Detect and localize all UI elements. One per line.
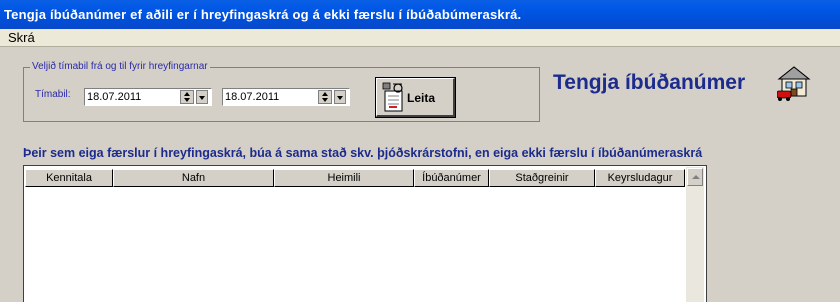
search-button[interactable]: Leita (375, 77, 456, 118)
grid-vertical-scrollbar[interactable] (686, 167, 704, 302)
scroll-up-button[interactable] (687, 168, 703, 186)
spin-down-icon[interactable] (184, 98, 190, 102)
column-header-nafn[interactable]: Nafn (113, 169, 274, 187)
to-date-spinner[interactable] (318, 90, 332, 104)
grid-header: Kennitala Nafn Heimili Íbúðanúmer Staðgr… (25, 169, 686, 187)
from-date-value[interactable]: 18.07.2011 (87, 90, 141, 104)
from-date-picker[interactable]: 18.07.2011 (84, 88, 212, 106)
period-filter-legend: Veljið tímabil frá og til fyrir hreyfing… (30, 61, 210, 73)
spin-up-icon[interactable] (184, 92, 190, 96)
search-button-label[interactable]: Leita (407, 91, 435, 105)
from-date-dropdown[interactable] (196, 90, 208, 104)
spin-up-icon[interactable] (322, 92, 328, 96)
spin-down-icon[interactable] (322, 98, 328, 102)
grid-caption: Þeir sem eiga færslur í hreyfingaskrá, b… (23, 146, 703, 160)
from-date-spinner[interactable] (180, 90, 194, 104)
chevron-down-icon[interactable] (199, 96, 205, 100)
column-header-kennitala[interactable]: Kennitala (25, 169, 113, 187)
to-date-value[interactable]: 18.07.2011 (225, 90, 279, 104)
menu-item-skra[interactable]: Skrá (8, 30, 35, 46)
column-header-stadgreinir[interactable]: Staðgreinir (489, 169, 595, 187)
page-title: Tengja íbúðanúmer (553, 71, 746, 94)
chevron-up-icon[interactable] (692, 175, 700, 179)
menu-bar: Skrá (0, 29, 840, 47)
search-form-icon (382, 82, 403, 112)
main-window: Tengja íbúðanúmer ef aðili er í hreyfing… (0, 0, 840, 302)
house-icon (777, 66, 811, 101)
period-label: Tímabil: (35, 89, 71, 100)
window-title: Tengja íbúðanúmer ef aðili er í hreyfing… (4, 7, 522, 22)
column-header-keyrsludagur[interactable]: Keyrsludagur (595, 169, 685, 187)
column-header-ibudanumer[interactable]: Íbúðanúmer (414, 169, 489, 187)
column-header-heimili[interactable]: Heimili (274, 169, 414, 187)
results-grid[interactable]: Kennitala Nafn Heimili Íbúðanúmer Staðgr… (23, 165, 707, 302)
period-filter-group: Veljið tímabil frá og til fyrir hreyfing… (23, 61, 540, 122)
to-date-picker[interactable]: 18.07.2011 (222, 88, 350, 106)
chevron-down-icon[interactable] (337, 96, 343, 100)
title-bar: Tengja íbúðanúmer ef aðili er í hreyfing… (0, 0, 840, 29)
to-date-dropdown[interactable] (334, 90, 346, 104)
